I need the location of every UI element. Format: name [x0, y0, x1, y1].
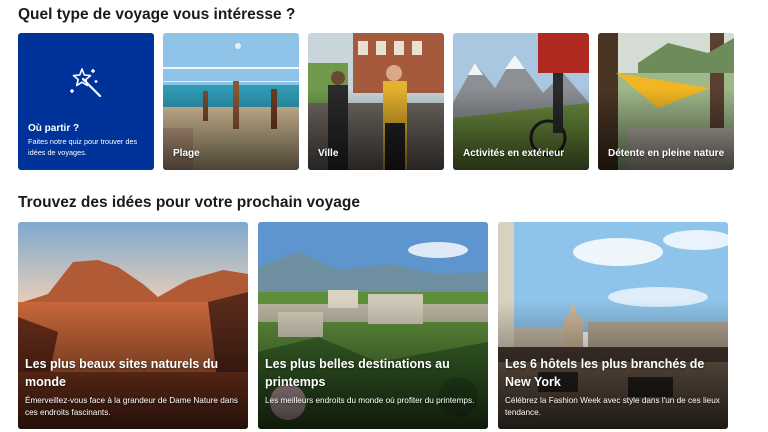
- idea-card-natural-sites[interactable]: Les plus beaux sites naturels du monde É…: [18, 222, 248, 429]
- trip-ideas-carousel: Les plus beaux sites naturels du monde É…: [18, 222, 728, 429]
- category-card-beach[interactable]: Plage: [163, 33, 299, 170]
- category-card-city[interactable]: Ville: [308, 33, 444, 170]
- idea-card-title: Les plus beaux sites naturels du monde: [25, 357, 219, 389]
- section-title-trip-type: Quel type de voyage vous intéresse ?: [18, 6, 296, 23]
- idea-card-description: Célébrez la Fashion Week avec style dans…: [505, 396, 720, 417]
- idea-card-description: Les meilleurs endroits du monde où profi…: [265, 396, 475, 405]
- category-card-nature-relax[interactable]: Détente en pleine nature: [598, 33, 734, 170]
- idea-card-spring-destinations[interactable]: Les plus belles destinations au printemp…: [258, 222, 488, 429]
- category-label-city: Ville: [318, 147, 339, 159]
- magic-wand-icon: [70, 68, 102, 98]
- section-title-trip-ideas: Trouvez des idées pour votre prochain vo…: [18, 194, 360, 211]
- category-card-outdoor[interactable]: Activités en extérieur: [453, 33, 589, 170]
- category-label-nature-relax: Détente en pleine nature: [608, 147, 725, 159]
- category-label-outdoor: Activités en extérieur: [463, 147, 565, 159]
- quiz-card[interactable]: Où partir ? Faites notre quiz pour trouv…: [18, 33, 154, 170]
- quiz-card-title: Où partir ?: [28, 123, 80, 134]
- idea-card-title: Les 6 hôtels les plus branchés de New Yo…: [505, 357, 705, 389]
- idea-card-description: Émerveillez-vous face à la grandeur de D…: [25, 396, 238, 417]
- idea-card-ny-hotels[interactable]: Les 6 hôtels les plus branchés de New Yo…: [498, 222, 728, 429]
- trip-type-carousel: Où partir ? Faites notre quiz pour trouv…: [18, 33, 734, 170]
- idea-card-title: Les plus belles destinations au printemp…: [265, 357, 450, 389]
- quiz-card-description: Faites notre quiz pour trouver des idées…: [28, 137, 138, 157]
- category-label-beach: Plage: [173, 147, 200, 159]
